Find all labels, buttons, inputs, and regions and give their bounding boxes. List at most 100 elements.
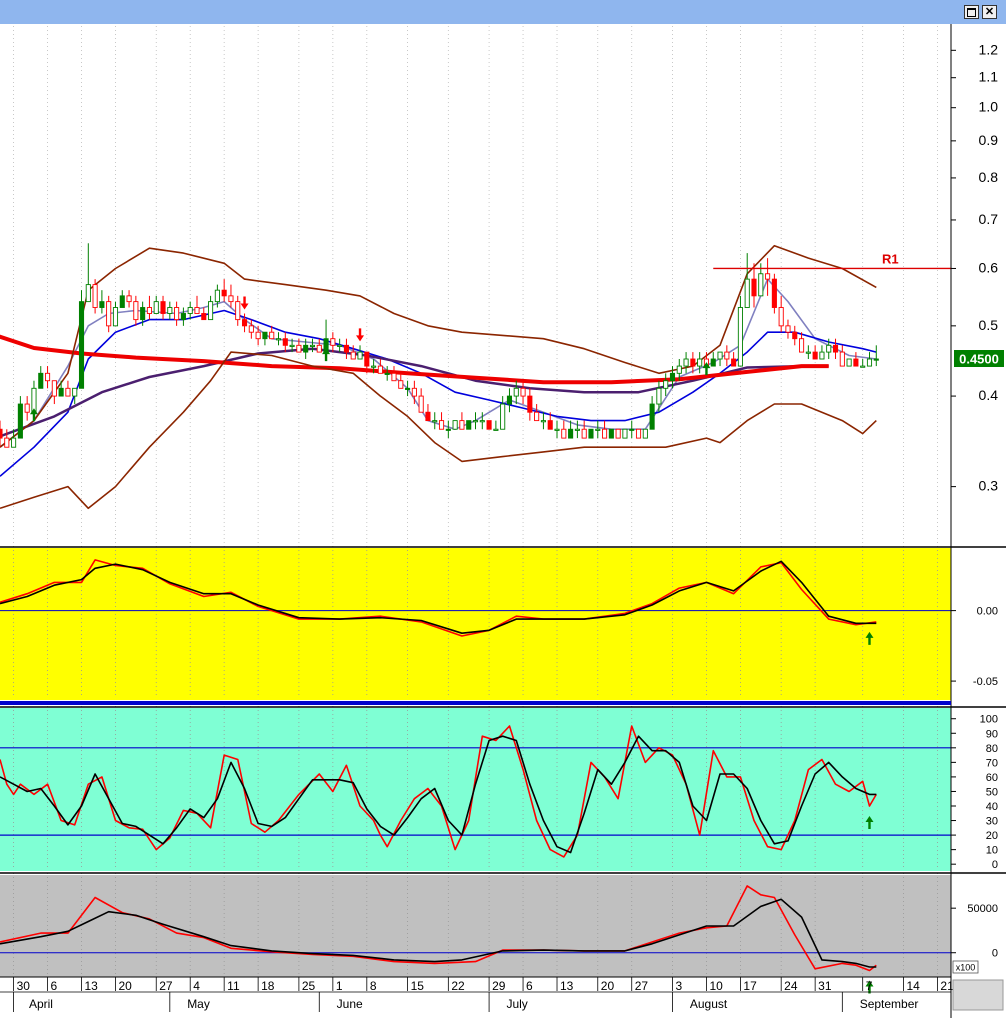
- candle-body-79: [534, 411, 540, 422]
- candle-body-13: [85, 284, 91, 303]
- xtick-label-6: 11: [227, 979, 240, 993]
- candle-body-57: [384, 372, 390, 375]
- candle-body-40: [269, 331, 275, 340]
- window-titlebar: ✕: [0, 0, 1006, 25]
- xtick-label-25: 21: [940, 979, 954, 993]
- candle-body-36: [241, 319, 248, 327]
- candle-body-95: [642, 428, 648, 439]
- xaxis-bg: [0, 977, 951, 1018]
- month-label-0: April: [29, 997, 53, 1011]
- stochastic-ytick-label-8: 20: [986, 830, 998, 842]
- candle-body-123: [832, 344, 839, 353]
- candle-body-96: [649, 403, 655, 430]
- price-panel-bg: [0, 24, 951, 546]
- candle-body-0: [0, 428, 3, 439]
- candle-body-27: [180, 313, 186, 321]
- candle-body-33: [221, 289, 227, 297]
- xtick-label-13: 29: [492, 979, 506, 993]
- stochastic-ytick-label-5: 50: [986, 786, 998, 798]
- candle-body-111: [751, 278, 757, 297]
- candle-body-61: [411, 387, 417, 397]
- stochastic-ytick-label-3: 70: [986, 757, 998, 769]
- close-icon: ✕: [984, 6, 995, 18]
- candle-body-59: [398, 380, 404, 389]
- candle-body-70: [472, 420, 479, 423]
- xtick-label-5: 4: [193, 979, 200, 993]
- price-ytick-label-4: 0.8: [979, 169, 999, 185]
- candle-body-120: [812, 351, 818, 360]
- candle-body-91: [615, 428, 621, 439]
- candle-body-20: [133, 301, 139, 321]
- maximize-button[interactable]: [964, 5, 979, 19]
- month-label-2: June: [337, 997, 363, 1011]
- close-button[interactable]: ✕: [982, 5, 997, 19]
- candle-body-21: [140, 307, 146, 321]
- candle-body-4: [24, 403, 30, 413]
- stochastic-ytick-label-0: 100: [980, 714, 998, 726]
- candle-body-14: [92, 284, 98, 308]
- candle-body-87: [588, 428, 594, 439]
- xtick-label-17: 27: [635, 979, 649, 993]
- xtick-label-22: 31: [818, 979, 832, 993]
- macd-ytick-label-0: 0.00: [977, 606, 998, 618]
- volume-unit-label: x100: [956, 963, 976, 973]
- candle-body-103: [697, 358, 703, 367]
- maximize-icon: [967, 8, 976, 17]
- last-price-label: 0.4500: [959, 352, 999, 367]
- stochastic-ytick-label-10: 0: [992, 859, 998, 871]
- candle-body-30: [201, 313, 207, 321]
- stock-chart: R1 1.2 1.1 1.0 0.9 0.8 0.7 0.6 0.5 0.4 0.3 0.4500 0…: [0, 24, 1006, 1018]
- candle-body-63: [425, 411, 431, 422]
- stochastic-ytick-label-7: 30: [986, 816, 998, 828]
- candle-body-15: [99, 301, 105, 308]
- candle-body-8: [51, 380, 57, 397]
- stochastic-ytick-label-9: 10: [986, 845, 998, 857]
- month-label-1: May: [187, 997, 210, 1011]
- candle-body-16: [106, 301, 112, 327]
- candle-body-80: [540, 420, 546, 423]
- volume-ytick-label-0: 50000: [967, 903, 998, 915]
- candle-body-18: [119, 295, 125, 308]
- candle-body-10: [65, 387, 71, 397]
- stochastic-ytick-label-4: 60: [986, 772, 998, 784]
- candle-body-60: [405, 387, 411, 390]
- candle-body-47: [316, 344, 322, 353]
- candle-body-107: [724, 351, 730, 360]
- candle-body-112: [758, 273, 764, 297]
- volume-ytick-label-1: 0: [992, 948, 998, 960]
- candle-body-68: [459, 420, 465, 430]
- candle-body-37: [248, 325, 254, 333]
- candle-body-128: [866, 358, 873, 367]
- candle-body-64: [432, 420, 438, 423]
- candle-body-124: [839, 351, 845, 367]
- price-ytick-label-2: 1.0: [979, 99, 999, 115]
- candle-body-114: [771, 278, 777, 308]
- xtick-label-21: 24: [784, 979, 798, 993]
- candle-body-78: [527, 395, 533, 413]
- xtick-label-8: 25: [302, 979, 316, 993]
- candle-body-119: [805, 351, 811, 354]
- candle-body-52: [350, 351, 356, 360]
- xtick-label-2: 13: [85, 979, 99, 993]
- xtick-label-1: 6: [51, 979, 58, 993]
- price-ytick-label-0: 1.2: [979, 41, 999, 57]
- xtick-label-4: 27: [159, 979, 173, 993]
- candle-body-50: [337, 344, 343, 347]
- candle-body-62: [418, 395, 424, 413]
- candle-body-34: [228, 295, 234, 303]
- candle-body-22: [146, 307, 152, 314]
- macd-ytick-label-1: -0.05: [973, 676, 998, 688]
- candle-body-102: [690, 358, 696, 367]
- candle-body-32: [214, 289, 220, 303]
- candle-body-56: [377, 365, 383, 374]
- xtick-label-0: 30: [17, 979, 31, 993]
- candle-body-39: [262, 331, 268, 340]
- candle-body-117: [792, 331, 798, 340]
- candle-body-93: [629, 428, 635, 431]
- candle-body-53: [357, 351, 363, 360]
- candle-body-83: [561, 428, 567, 439]
- xtick-label-9: 1: [336, 979, 343, 993]
- resistance-label: R1: [882, 251, 899, 266]
- candle-body-38: [255, 331, 261, 340]
- candle-body-101: [683, 358, 689, 367]
